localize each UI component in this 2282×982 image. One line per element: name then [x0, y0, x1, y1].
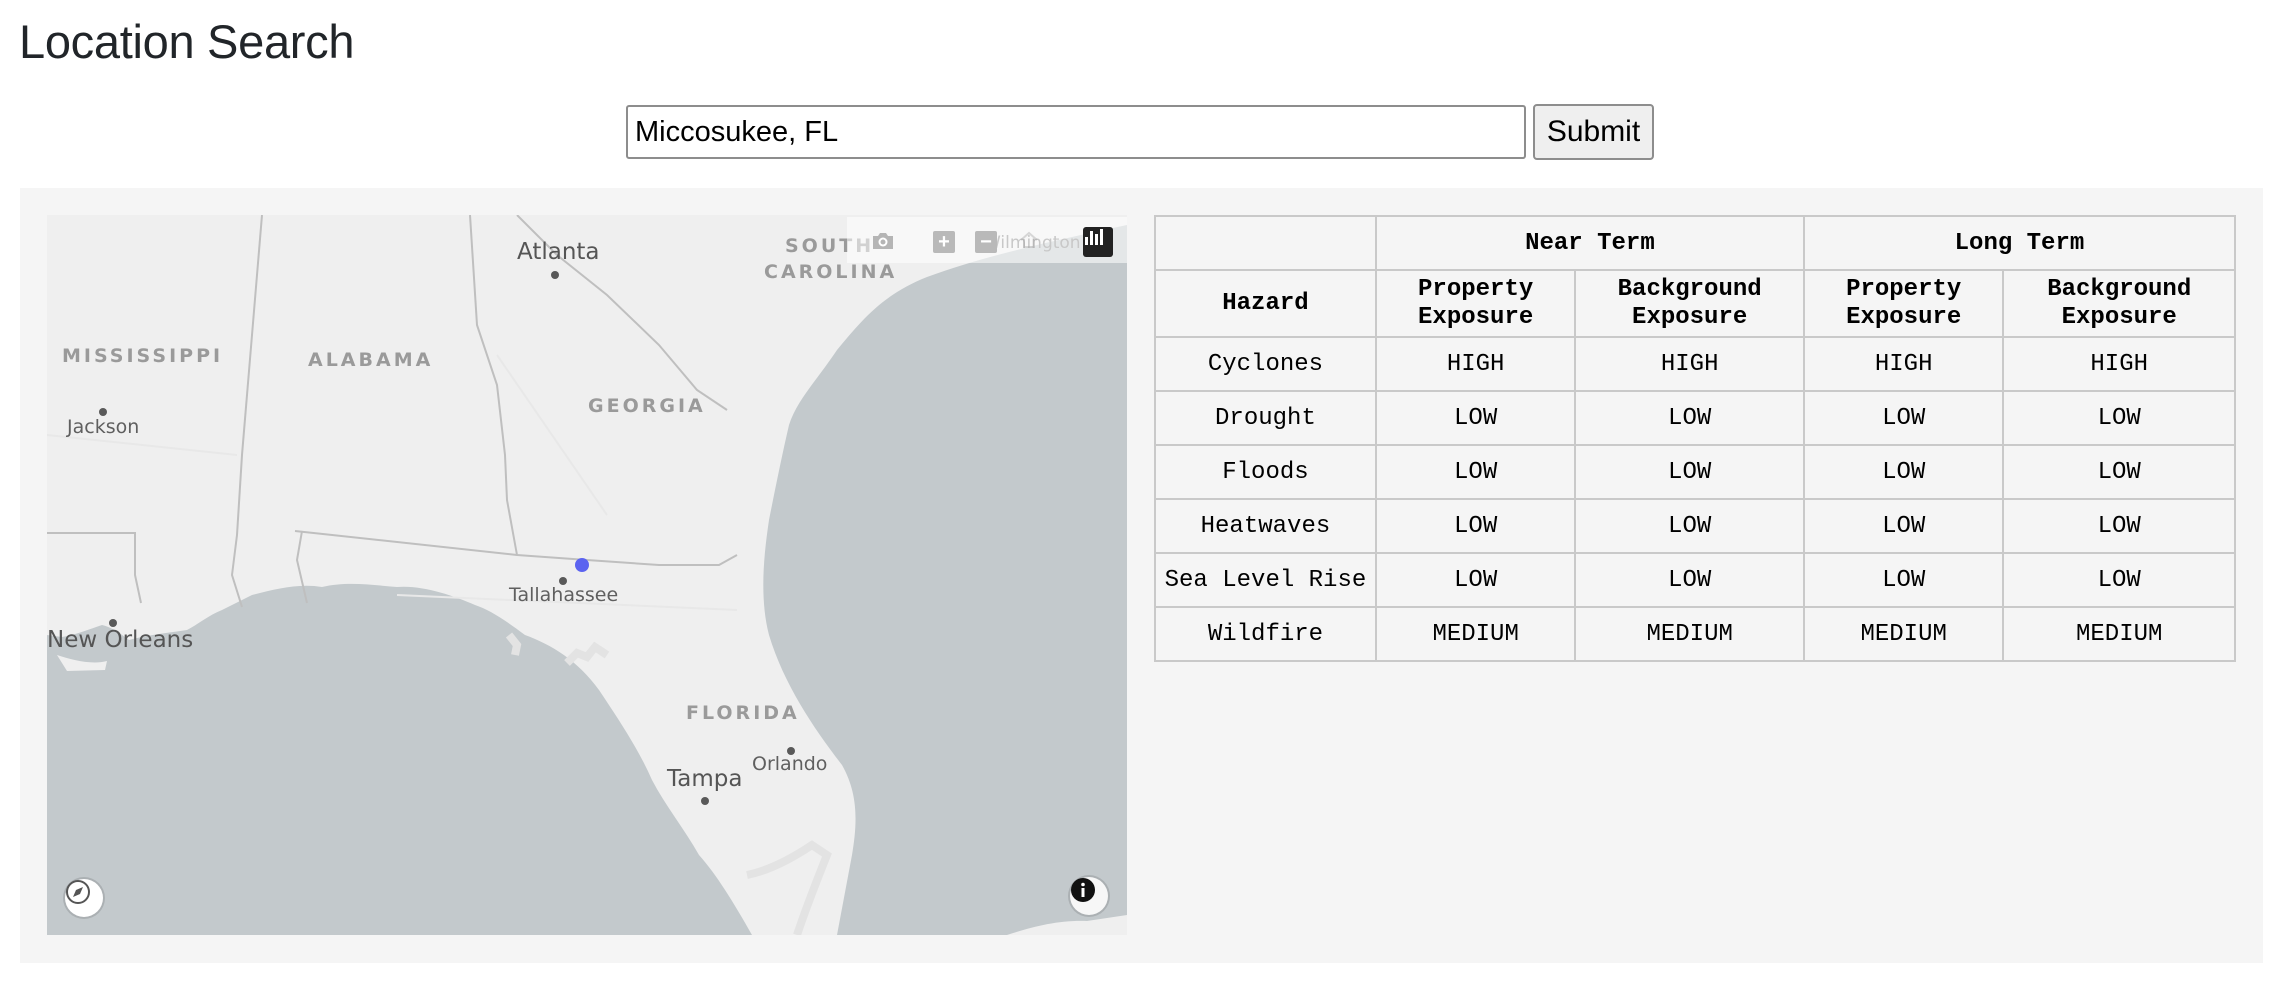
state-label: ALABAMA [308, 349, 434, 371]
exposure-cell: LOW [1574, 498, 1805, 554]
hazard-cell: Heatwaves [1154, 498, 1377, 554]
hazard-cell: Wildfire [1154, 606, 1377, 662]
column-header: Background Exposure [2002, 269, 2236, 338]
city-marker [551, 271, 559, 279]
exposure-cell: LOW [1374, 498, 1577, 554]
state-label: FLORIDA [686, 702, 800, 724]
column-header-hazard: Hazard [1154, 269, 1377, 338]
page-title: Location Search [19, 15, 355, 68]
exposure-cell: MEDIUM [1574, 606, 1805, 662]
exposure-cell: LOW [1802, 390, 2005, 446]
column-header: Property Exposure [1802, 269, 2005, 338]
exposure-cell: MEDIUM [2002, 606, 2236, 662]
city-marker [701, 797, 709, 805]
exposure-cell: MEDIUM [1374, 606, 1577, 662]
plotly-logo-icon[interactable] [1083, 227, 1113, 257]
group-header-long-term: Long Term [1802, 215, 2237, 271]
exposure-cell: MEDIUM [1802, 606, 2005, 662]
exposure-cell: LOW [1802, 444, 2005, 500]
compass-icon[interactable] [65, 879, 103, 917]
exposure-cell: LOW [2002, 390, 2236, 446]
map[interactable]: MISSISSIPPI ALABAMA GEORGIA SOUTH CAROLI… [47, 215, 1127, 935]
table-row: Floods LOW LOW LOW LOW [1154, 444, 2236, 500]
exposure-cell: HIGH [1574, 336, 1805, 392]
exposure-cell: HIGH [1802, 336, 2005, 392]
location-marker[interactable] [575, 558, 589, 572]
city-marker [99, 408, 107, 416]
city-label: Tallahassee [509, 584, 619, 606]
table-row: Wildfire MEDIUM MEDIUM MEDIUM MEDIUM [1154, 606, 2236, 662]
land-shape [47, 215, 1127, 935]
location-search-input[interactable] [626, 105, 1526, 159]
exposure-cell: HIGH [1374, 336, 1577, 392]
state-label: MISSISSIPPI [62, 345, 224, 367]
exposure-cell: LOW [1374, 390, 1577, 446]
city-label: Orlando [752, 753, 828, 775]
column-header: Background Exposure [1574, 269, 1805, 338]
table-row: Heatwaves LOW LOW LOW LOW [1154, 498, 2236, 554]
city-label: Jackson [67, 416, 140, 438]
exposure-cell: LOW [1802, 552, 2005, 608]
exposure-cell: LOW [1574, 552, 1805, 608]
table-row: Sea Level Rise LOW LOW LOW LOW [1154, 552, 2236, 608]
exposure-cell: LOW [1802, 498, 2005, 554]
home-icon[interactable] [1019, 231, 1041, 253]
exposure-cell: LOW [1374, 552, 1577, 608]
hazard-cell: Drought [1154, 390, 1377, 446]
state-label: CAROLINA [764, 261, 898, 283]
results-panel: MISSISSIPPI ALABAMA GEORGIA SOUTH CAROLI… [20, 188, 2263, 963]
exposure-cell: LOW [2002, 444, 2236, 500]
city-label: Atlanta [517, 239, 600, 265]
zoom-out-icon[interactable]: − [975, 231, 997, 253]
city-marker [109, 619, 117, 627]
exposure-cell: LOW [2002, 498, 2236, 554]
hazard-cell: Cyclones [1154, 336, 1377, 392]
camera-icon[interactable] [870, 231, 893, 253]
corner-cell [1154, 215, 1377, 271]
exposure-cell: HIGH [2002, 336, 2236, 392]
gulf-islands [57, 655, 107, 671]
group-header-near-term: Near Term [1374, 215, 1805, 271]
table-row: Cyclones HIGH HIGH HIGH HIGH [1154, 336, 2236, 392]
search-form: Submit [626, 104, 1654, 160]
exposure-cell: LOW [2002, 552, 2236, 608]
exposure-cell: LOW [1374, 444, 1577, 500]
zoom-in-icon[interactable]: + [933, 231, 955, 253]
exposure-cell: LOW [1574, 444, 1805, 500]
state-label: GEORGIA [588, 395, 706, 417]
hazard-cell: Sea Level Rise [1154, 552, 1377, 608]
hazard-cell: Floods [1154, 444, 1377, 500]
column-header: Property Exposure [1374, 269, 1577, 338]
city-label: Tampa [667, 766, 743, 792]
submit-button[interactable]: Submit [1533, 104, 1654, 160]
table-header-row: Near Term Long Term [1154, 215, 2237, 271]
table-header-row: Hazard Property Exposure Background Expo… [1154, 269, 2236, 338]
hazard-table: Near Term Long Term Hazard Property Expo… [1154, 215, 2237, 662]
map-basemap [47, 215, 1127, 935]
table-row: Drought LOW LOW LOW LOW [1154, 390, 2236, 446]
exposure-cell: LOW [1574, 390, 1805, 446]
florida-keys [1007, 915, 1127, 935]
info-icon[interactable] [1070, 877, 1108, 915]
city-label: New Orleans [47, 627, 194, 653]
map-toolbar: Wilmington + − [847, 217, 1127, 263]
